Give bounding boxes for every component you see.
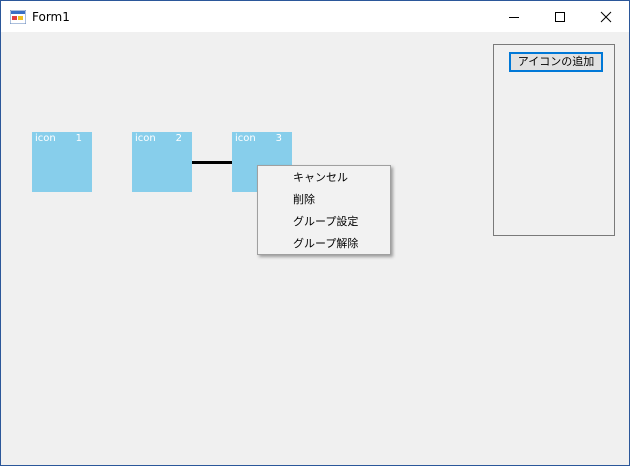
context-menu: キャンセル 削除 グループ設定 グループ解除 [257,165,391,255]
icon-name-label: icon [135,133,156,144]
maximize-button[interactable] [537,1,583,32]
add-icon-button[interactable]: アイコンの追加 [509,52,603,72]
menu-item-label: 削除 [293,193,315,206]
menu-item-cancel[interactable]: キャンセル [259,167,389,189]
icon-number-label: 3 [275,133,282,144]
side-panel: アイコンの追加 [493,44,615,236]
icon-box-2[interactable]: icon 2 [132,132,192,192]
icon-number-label: 2 [175,133,182,144]
maximize-icon [555,11,565,22]
menu-item-label: グループ解除 [293,237,359,250]
minimize-button[interactable] [491,1,537,32]
icon-name-label: icon [35,133,56,144]
menu-item-set-group[interactable]: グループ設定 [259,211,389,233]
app-icon [10,10,26,24]
close-button[interactable] [583,1,629,32]
form-client-area: icon 1 icon 2 icon 3 アイコンの追加 キャンセル 削除 グル… [1,32,629,465]
menu-item-label: グループ設定 [293,215,359,228]
icon-number-label: 1 [75,133,82,144]
connector-line [192,161,232,164]
form-window: Form1 icon 1 icon 2 icon 3 アイコンの追加 キャンセル… [0,0,630,466]
menu-item-delete[interactable]: 削除 [259,189,389,211]
title-bar[interactable]: Form1 [1,1,629,32]
menu-item-label: キャンセル [293,171,348,184]
close-icon [600,11,612,22]
window-title: Form1 [32,10,70,24]
icon-box-1[interactable]: icon 1 [32,132,92,192]
icon-name-label: icon [235,133,256,144]
minimize-icon [509,16,519,18]
menu-item-unset-group[interactable]: グループ解除 [259,233,389,255]
